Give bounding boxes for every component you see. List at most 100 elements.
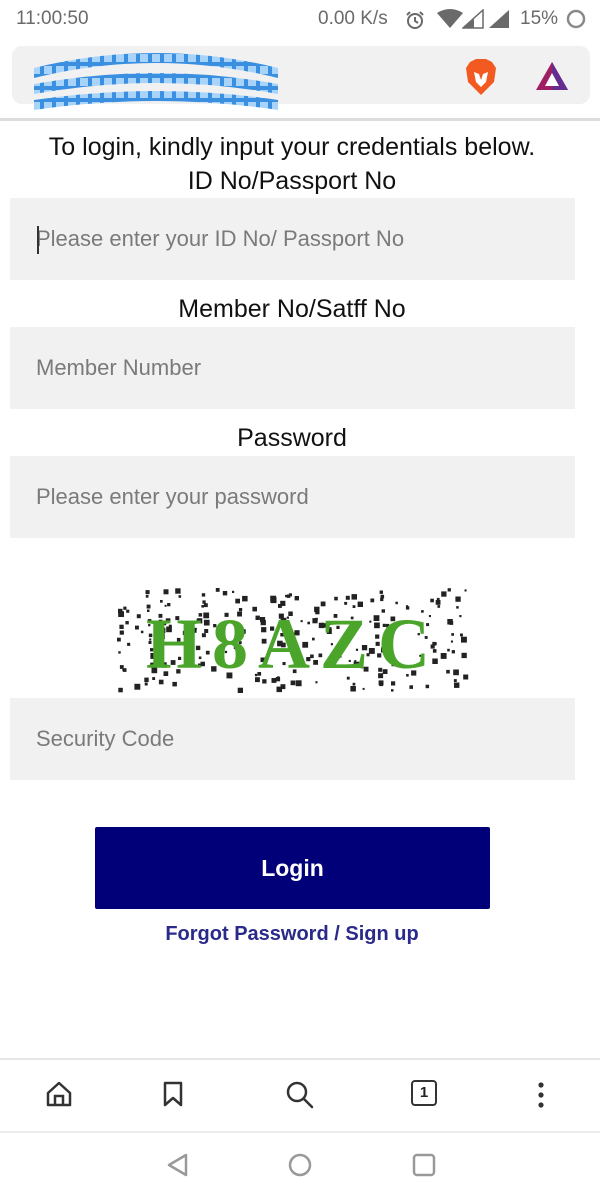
captcha-noise-dot [280,684,286,690]
battery-icon [566,9,586,29]
signal-icon-1 [462,9,484,29]
captcha-noise-dot [451,633,454,636]
captcha-noise-dot [126,609,130,613]
captcha-noise-dot [122,668,125,671]
header-divider [0,118,600,121]
tabs-icon[interactable]: 1 [411,1080,437,1106]
captcha-noise-dot [334,596,338,601]
text-caret [37,226,39,254]
status-bar: 11:00:50 0.00 K/s x 15% [0,0,600,38]
captcha-noise-dot [270,595,277,602]
captcha-noise-dot [134,683,141,690]
captcha-noise-dot [447,588,451,592]
captcha-noise-dot [136,614,141,619]
captcha-noise-dot [456,606,459,609]
brave-lion-icon[interactable] [464,58,498,96]
id-passport-input[interactable] [10,198,575,280]
captcha-noise-dot [140,630,144,634]
captcha-text: H8AZC [146,604,440,684]
captcha-noise-dot [391,689,394,692]
captcha-image: H8AZC [117,570,469,694]
home-circle-icon[interactable] [287,1152,313,1178]
captcha-noise-dot [160,600,163,603]
captcha-noise-dot [123,606,127,610]
bookmark-icon[interactable] [161,1080,185,1108]
wifi-icon: x [437,9,463,28]
captcha-noise-dot [117,637,121,642]
login-instructions: To login, kindly input your credentials … [48,133,536,161]
captcha-noise-dot [135,625,139,630]
captcha-noise-dot [118,651,121,654]
password-input[interactable] [10,456,575,538]
captcha-noise-dot [118,611,124,617]
password-label: Password [237,424,347,452]
toolbar-divider [0,1058,600,1060]
captcha-noise-dot [379,590,383,594]
network-speed: 0.00 K/s [318,8,388,29]
status-time: 11:00:50 [16,8,89,29]
captcha-noise-dot [441,591,447,597]
captcha-noise-dot [447,648,450,652]
captcha-noise-dot [285,594,288,598]
captcha-noise-dot [242,595,248,602]
captcha-noise-dot [463,674,469,680]
captcha-noise-dot [459,615,462,618]
captcha-noise-dot [451,650,455,654]
captcha-noise-dot [232,590,235,593]
captcha-noise-dot [446,669,450,674]
captcha-noise-dot [370,598,375,603]
captcha-noise-dot [237,687,243,693]
captcha-noise-dot [453,669,459,676]
bat-triangle-icon[interactable] [534,60,570,92]
svg-text:x: x [456,10,460,19]
captcha-noise-dot [362,687,365,690]
captcha-noise-dot [350,686,356,692]
signal-icon-2 [489,10,509,28]
captcha-noise-dot [201,593,206,597]
captcha-noise-dot [380,597,384,602]
more-icon[interactable] [533,1080,549,1110]
captcha-noise-dot [455,596,461,602]
captcha-noise-dot [118,687,123,693]
captcha-noise-dot [460,633,463,637]
captcha-noise-dot [450,640,453,643]
captcha-noise-dot [430,598,434,603]
browser-toolbar [0,1062,600,1130]
member-number-input[interactable] [10,327,575,409]
id-label: ID No/Passport No [187,167,397,195]
captcha-noise-dot [461,655,465,658]
security-code-input[interactable] [10,698,575,780]
alarm-icon [406,11,424,29]
captcha-noise-dot [119,630,124,635]
site-logo [34,53,278,110]
captcha-noise-dot [345,595,350,600]
captcha-noise-dot [178,595,182,598]
captcha-noise-dot [447,619,453,625]
captcha-noise-dot [351,594,357,600]
captcha-noise-dot [294,596,299,601]
captcha-noise-dot [222,591,228,596]
battery-percent: 15% [520,8,559,29]
captcha-noise-dot [119,624,124,629]
member-label: Member No/Satff No [178,295,406,323]
captcha-noise-dot [440,653,447,659]
captcha-noise-dot [215,588,220,592]
system-navbar [0,1133,600,1200]
captcha-noise-dot [454,682,460,688]
captcha-noise-dot [235,598,240,604]
captcha-noise-dot [464,589,467,592]
login-button[interactable]: Login [95,827,490,909]
home-icon[interactable] [45,1080,73,1108]
captcha-noise-dot [127,642,131,646]
forgot-password-link[interactable]: Forgot Password / Sign up [0,923,584,946]
captcha-noise-dot [163,589,169,595]
captcha-noise-dot [145,590,150,595]
back-icon[interactable] [165,1152,191,1178]
captcha-noise-dot [453,679,457,682]
captcha-noise-dot [409,685,413,689]
search-icon[interactable] [285,1080,315,1110]
captcha-noise-dot [125,621,129,625]
captcha-noise-dot [425,684,430,689]
captcha-noise-dot [145,595,149,598]
recents-icon[interactable] [411,1152,437,1178]
